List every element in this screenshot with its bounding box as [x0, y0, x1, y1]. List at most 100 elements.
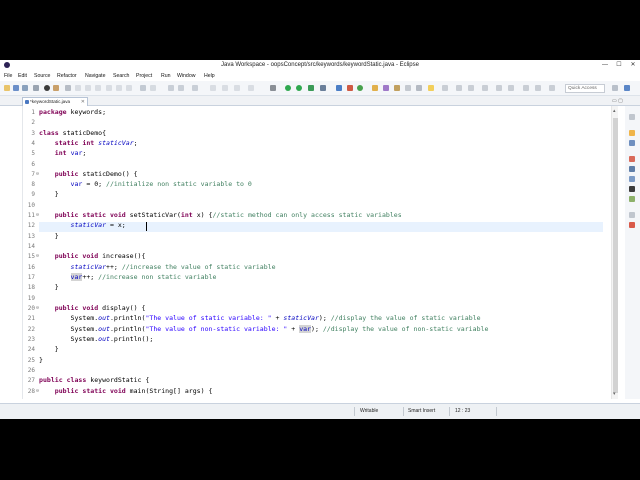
nav-more-icon[interactable]	[549, 85, 555, 91]
line-number: 8	[31, 181, 35, 188]
open-type-icon[interactable]	[210, 85, 216, 91]
menu-search[interactable]: Search	[113, 73, 129, 79]
code-editor[interactable]: 1 2 3 4 5 6 7 8 9 10 11 12 13 14 15 16 1…	[22, 106, 611, 399]
run-debug-icon[interactable]	[285, 85, 291, 91]
menu-run[interactable]: Run	[161, 73, 171, 79]
debug-resume-icon[interactable]	[75, 85, 81, 91]
open-task-list-icon[interactable]	[394, 85, 400, 91]
open-folder-icon[interactable]	[372, 85, 378, 91]
eclipse-window: Java Workspace - oopsConcept/src/keyword…	[0, 60, 640, 419]
maximize-button[interactable]: ☐	[612, 61, 626, 70]
menu-refactor[interactable]: Refactor	[57, 73, 77, 79]
line-number: 16	[27, 264, 35, 271]
menu-source[interactable]: Source	[34, 73, 50, 79]
save-all-icon[interactable]	[22, 85, 28, 91]
run-last-tool-icon[interactable]	[320, 85, 326, 91]
new-icon[interactable]	[4, 85, 10, 91]
annotation-prev-icon[interactable]	[468, 85, 474, 91]
external-tools-icon[interactable]	[192, 85, 198, 91]
debug-suspend-icon[interactable]	[85, 85, 91, 91]
open-perspective-button-icon[interactable]	[612, 85, 618, 91]
new-java-project-icon[interactable]	[336, 85, 342, 91]
new-package-icon[interactable]	[347, 85, 353, 91]
annotation-next-icon[interactable]	[456, 85, 462, 91]
menu-help[interactable]: Help	[204, 73, 215, 79]
open-perspective-icon[interactable]	[383, 85, 389, 91]
editor-tab[interactable]: *keywordStatic.java ✕	[22, 97, 88, 106]
task-list-icon[interactable]	[629, 130, 635, 136]
declaration-icon[interactable]	[629, 176, 635, 182]
menu-project[interactable]: Project	[136, 73, 152, 79]
line-number: 10	[27, 202, 35, 209]
java-perspective-icon[interactable]	[624, 85, 630, 91]
mark-occurrences-icon[interactable]	[428, 85, 434, 91]
line-number: 11	[27, 212, 35, 219]
status-separator	[496, 407, 497, 416]
save-icon[interactable]	[13, 85, 19, 91]
menu-edit[interactable]: Edit	[18, 73, 27, 79]
last-edit-icon[interactable]	[482, 85, 488, 91]
scrollbar-thumb[interactable]	[613, 118, 618, 393]
close-button[interactable]: ✕	[626, 61, 640, 70]
minimize-button[interactable]: —	[598, 61, 612, 70]
menu-navigate[interactable]: Navigate	[85, 73, 105, 79]
error-log-icon[interactable]	[629, 222, 635, 228]
nav-forward-icon[interactable]	[535, 85, 541, 91]
back-icon[interactable]	[496, 85, 502, 91]
editor-tab-bar: *keywordStatic.java ✕ ▭ ▢	[0, 96, 640, 106]
coverage-run-icon[interactable]	[308, 85, 314, 91]
profile-icon[interactable]	[178, 85, 184, 91]
terminal-icon[interactable]	[53, 85, 59, 91]
progress-icon[interactable]	[629, 196, 635, 202]
step-return-icon[interactable]	[126, 85, 132, 91]
quick-access-input[interactable]: Quick Access	[565, 84, 605, 93]
minimize-maximize-icon[interactable]: ▭ ▢	[612, 98, 623, 104]
open-task-icon[interactable]	[222, 85, 228, 91]
restore-icon[interactable]	[629, 114, 635, 120]
problems-icon[interactable]	[629, 156, 635, 162]
toggle-icon[interactable]	[44, 85, 50, 91]
code-line: static int staticVar;	[54, 139, 138, 147]
run-icon[interactable]	[296, 85, 302, 91]
print-icon[interactable]	[33, 85, 39, 91]
line-number: 4	[31, 140, 35, 147]
forward-icon[interactable]	[508, 85, 514, 91]
line-number: 2	[31, 119, 35, 126]
scroll-up-icon[interactable]: ▴	[613, 108, 616, 114]
outline-icon[interactable]	[629, 140, 635, 146]
pin-icon[interactable]	[442, 85, 448, 91]
javadoc-icon[interactable]	[629, 166, 635, 172]
line-number: 27	[27, 377, 35, 384]
console-icon[interactable]	[629, 186, 635, 192]
new-class-icon[interactable]	[357, 85, 363, 91]
toggle-mark-icon[interactable]	[248, 85, 254, 91]
line-number: 1	[31, 109, 35, 116]
code-area[interactable]: package keywords; class staticDemo{ stat…	[39, 106, 603, 399]
status-separator	[403, 407, 404, 416]
settings-gear-icon[interactable]	[270, 85, 276, 91]
search-icon[interactable]	[234, 85, 240, 91]
edit-icon[interactable]	[405, 85, 411, 91]
tab-close-icon[interactable]: ✕	[81, 98, 85, 106]
scroll-down-icon[interactable]: ▾	[613, 391, 616, 397]
step-over-icon[interactable]	[116, 85, 122, 91]
toggle-block-icon[interactable]	[416, 85, 422, 91]
code-line: public static void setStaticVar(int x) {…	[54, 211, 402, 219]
debug-terminate-icon[interactable]	[95, 85, 101, 91]
code-line: }	[54, 345, 59, 353]
line-number: 22	[27, 326, 35, 333]
editor-tab-label: *keywordStatic.java	[30, 99, 71, 104]
status-writable: Writable	[360, 408, 379, 414]
step-into-icon[interactable]	[106, 85, 112, 91]
editor-vertical-scrollbar[interactable]: ▴ ▾	[611, 106, 618, 399]
skip-breakpoints-icon[interactable]	[65, 85, 71, 91]
use-step-filters-icon[interactable]	[150, 85, 156, 91]
line-number: 3	[31, 130, 35, 137]
menu-file[interactable]: File	[4, 73, 12, 79]
drop-to-frame-icon[interactable]	[140, 85, 146, 91]
coverage-icon[interactable]	[168, 85, 174, 91]
restore-icon[interactable]	[629, 212, 635, 218]
nav-back-icon[interactable]	[523, 85, 529, 91]
code-line: staticVar = x;	[70, 221, 126, 229]
menu-window[interactable]: Window	[177, 73, 195, 79]
